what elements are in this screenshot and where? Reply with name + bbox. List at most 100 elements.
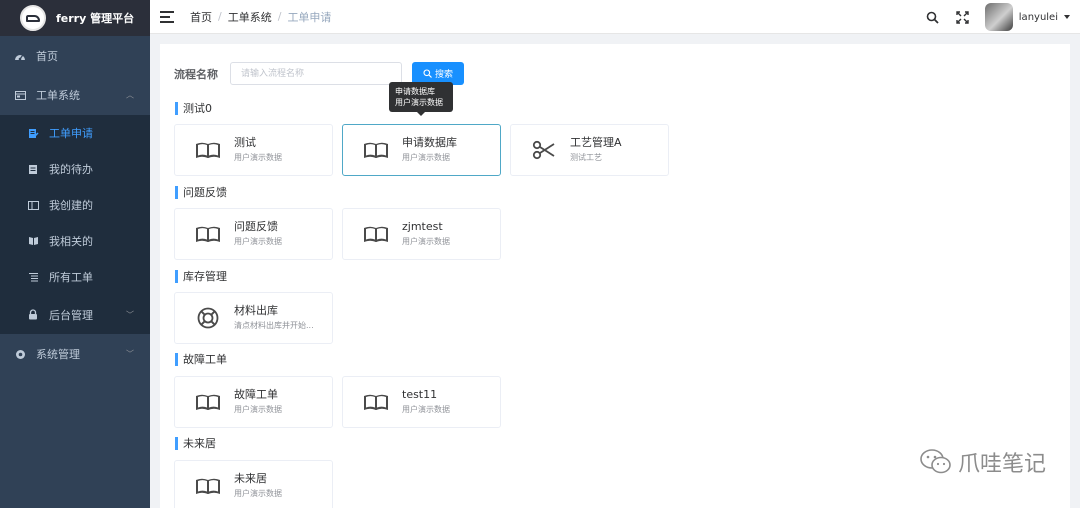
process-card[interactable]: 工艺管理A 测试工艺 xyxy=(510,124,669,176)
hamburger-icon[interactable] xyxy=(160,10,174,23)
card-desc: 用户演示数据 xyxy=(234,489,282,498)
process-card[interactable]: 未来居 用户演示数据 xyxy=(174,460,333,508)
top-navbar: 首页 / 工单系统 / 工单申请 lanyulei xyxy=(150,0,1080,34)
header-actions: lanyulei xyxy=(925,0,1070,34)
chevron-up-icon: ︿ xyxy=(126,90,134,100)
card-name: 材料出库 xyxy=(234,304,278,317)
process-card[interactable]: 测试 用户演示数据 xyxy=(174,124,333,176)
watermark: 爪哇笔记 xyxy=(920,446,1046,478)
section-title: 未来居 xyxy=(175,437,216,450)
process-card[interactable]: zjmtest 用户演示数据 xyxy=(342,208,501,260)
search-label: 流程名称 xyxy=(174,67,218,81)
card-desc: 测试工艺 xyxy=(570,153,602,162)
created-icon xyxy=(27,199,39,211)
chevron-down-icon: ﹀ xyxy=(126,310,134,319)
search-button-label: 搜索 xyxy=(434,70,453,80)
username[interactable]: lanyulei xyxy=(1019,12,1058,23)
ticket-submenu: 工单申请 我的待办 我创建的 我相关的 所有工单 后台管理 ﹀ xyxy=(0,115,150,334)
sidebar-item-label: 工单系统 xyxy=(36,89,80,102)
card-desc: 用户演示数据 xyxy=(402,237,450,246)
section-title: 测试0 xyxy=(175,102,212,115)
tooltip-line: 申请数据库 xyxy=(395,87,435,96)
related-icon xyxy=(27,235,39,247)
sidebar-item-label: 后台管理 xyxy=(49,308,93,322)
card-name: 故障工单 xyxy=(234,388,278,401)
card-name: 问题反馈 xyxy=(234,220,278,233)
dashboard-icon xyxy=(14,50,26,62)
sidebar-item-related[interactable]: 我相关的 xyxy=(0,223,150,259)
sidebar-item-label: 系统管理 xyxy=(36,348,80,361)
lock-icon xyxy=(27,309,39,321)
sidebar: ferry 管理平台 首页 工单系统 ︿ 工单申请 我的待办 我创建的 我相关的… xyxy=(0,0,150,508)
book-icon xyxy=(194,475,222,497)
sidebar-item-system[interactable]: 系统管理 ﹀ xyxy=(0,334,150,374)
book-icon xyxy=(362,223,390,245)
card-name: 测试 xyxy=(234,136,256,149)
avatar[interactable] xyxy=(984,3,1013,31)
lifebuoy-icon xyxy=(194,307,222,329)
card-name: 未来居 xyxy=(234,472,267,485)
card-tooltip: 申请数据库 用户演示数据 xyxy=(389,82,453,116)
sidebar-item-home[interactable]: 首页 xyxy=(0,36,150,75)
card-name: zjmtest xyxy=(402,220,443,233)
card-desc: 用户演示数据 xyxy=(402,153,450,162)
settings-icon xyxy=(14,348,26,360)
book-icon xyxy=(362,391,390,413)
logo-icon xyxy=(20,5,46,31)
sidebar-item-apply[interactable]: 工单申请 xyxy=(0,115,150,151)
sidebar-item-todo[interactable]: 我的待办 xyxy=(0,151,150,187)
breadcrumb-separator: / xyxy=(218,10,222,23)
card-desc: 用户演示数据 xyxy=(234,405,282,414)
apply-icon xyxy=(27,127,39,139)
main-content: 流程名称 搜索 申请数据库 用户演示数据 测试0 测试用户演示数据 申请数据库用… xyxy=(160,44,1070,508)
sidebar-item-ticket-system[interactable]: 工单系统 ︿ xyxy=(0,75,150,115)
breadcrumb: 首页 / 工单系统 / 工单申请 xyxy=(190,9,331,25)
section-title: 库存管理 xyxy=(175,270,227,283)
breadcrumb-item-home[interactable]: 首页 xyxy=(190,9,212,25)
caret-down-icon[interactable] xyxy=(1064,15,1070,19)
sidebar-item-label: 我创建的 xyxy=(49,199,93,212)
sidebar-item-label: 首页 xyxy=(36,49,58,63)
sidebar-item-all-tickets[interactable]: 所有工单 xyxy=(0,259,150,295)
watermark-text: 爪哇笔记 xyxy=(957,452,1046,477)
sidebar-item-label: 我的待办 xyxy=(49,163,93,176)
all-tickets-icon xyxy=(27,271,39,283)
breadcrumb-separator: / xyxy=(277,10,282,23)
book-icon xyxy=(362,139,390,161)
process-card[interactable]: 故障工单用户演示数据 xyxy=(174,376,333,428)
card-name: 工艺管理A xyxy=(570,136,622,149)
todo-icon xyxy=(27,163,39,175)
chevron-down-icon: ﹀ xyxy=(126,349,134,359)
book-icon xyxy=(194,391,222,413)
card-desc: 清点材料出库并开始... xyxy=(234,321,314,330)
logo[interactable]: ferry 管理平台 xyxy=(0,0,150,36)
card-desc: 用户演示数据 xyxy=(402,405,450,414)
process-name-input[interactable] xyxy=(230,62,402,85)
scissors-icon xyxy=(530,139,558,161)
tooltip-line: 用户演示数据 xyxy=(395,98,443,107)
sidebar-item-created[interactable]: 我创建的 xyxy=(0,187,150,223)
fullscreen-icon[interactable] xyxy=(955,9,971,25)
process-card[interactable]: 材料出库清点材料出库并开始... xyxy=(174,292,333,344)
process-card[interactable]: test11 用户演示数据 xyxy=(342,376,501,428)
card-desc: 用户演示数据 xyxy=(234,237,282,246)
wechat-icon xyxy=(920,449,951,474)
book-icon xyxy=(194,223,222,245)
sidebar-item-label: 工单申请 xyxy=(49,127,93,140)
search-icon xyxy=(423,69,432,78)
book-icon xyxy=(194,139,222,161)
sidebar-item-admin[interactable]: 后台管理 ﹀ xyxy=(0,295,150,334)
card-name: test11 xyxy=(402,388,438,401)
breadcrumb-item-current: 工单申请 xyxy=(287,10,332,24)
sidebar-item-label: 我相关的 xyxy=(49,235,93,248)
card-name: 申请数据库 xyxy=(402,136,457,149)
app-title: ferry 管理平台 xyxy=(56,12,135,25)
process-card[interactable]: 申请数据库用户演示数据 xyxy=(342,124,501,176)
process-card[interactable]: 问题反馈用户演示数据 xyxy=(174,208,333,260)
breadcrumb-item-system[interactable]: 工单系统 xyxy=(228,9,272,25)
ticket-system-icon xyxy=(14,89,26,101)
search-icon[interactable] xyxy=(925,9,941,25)
card-desc: 用户演示数据 xyxy=(234,153,282,162)
section-title: 问题反馈 xyxy=(175,186,227,199)
sidebar-item-label: 所有工单 xyxy=(49,271,93,284)
